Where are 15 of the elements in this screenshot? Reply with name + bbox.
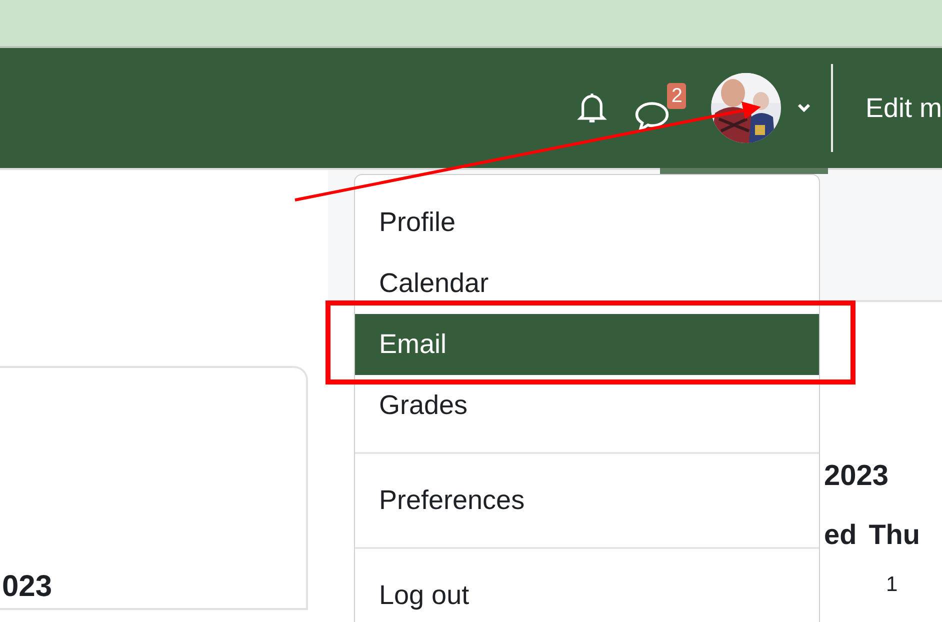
- calendar-title: 2023: [824, 460, 890, 493]
- message-count-badge: 2: [667, 83, 686, 109]
- menu-item[interactable]: Log out: [355, 565, 819, 622]
- menu-item[interactable]: Profile: [355, 192, 819, 253]
- day-header: ed: [824, 519, 857, 551]
- menu-item[interactable]: Calendar: [355, 253, 819, 314]
- calendar-date[interactable]: 1: [886, 573, 898, 597]
- menu-item[interactable]: Preferences: [355, 470, 819, 531]
- card-heading: 023: [2, 570, 52, 604]
- menu-item[interactable]: Email: [355, 314, 819, 375]
- bell-icon: [576, 91, 608, 125]
- edit-mode-label[interactable]: Edit m: [833, 92, 942, 124]
- menu-item[interactable]: Grades: [355, 375, 819, 436]
- notifications-button[interactable]: [576, 91, 608, 125]
- day-header: Thu: [868, 519, 920, 551]
